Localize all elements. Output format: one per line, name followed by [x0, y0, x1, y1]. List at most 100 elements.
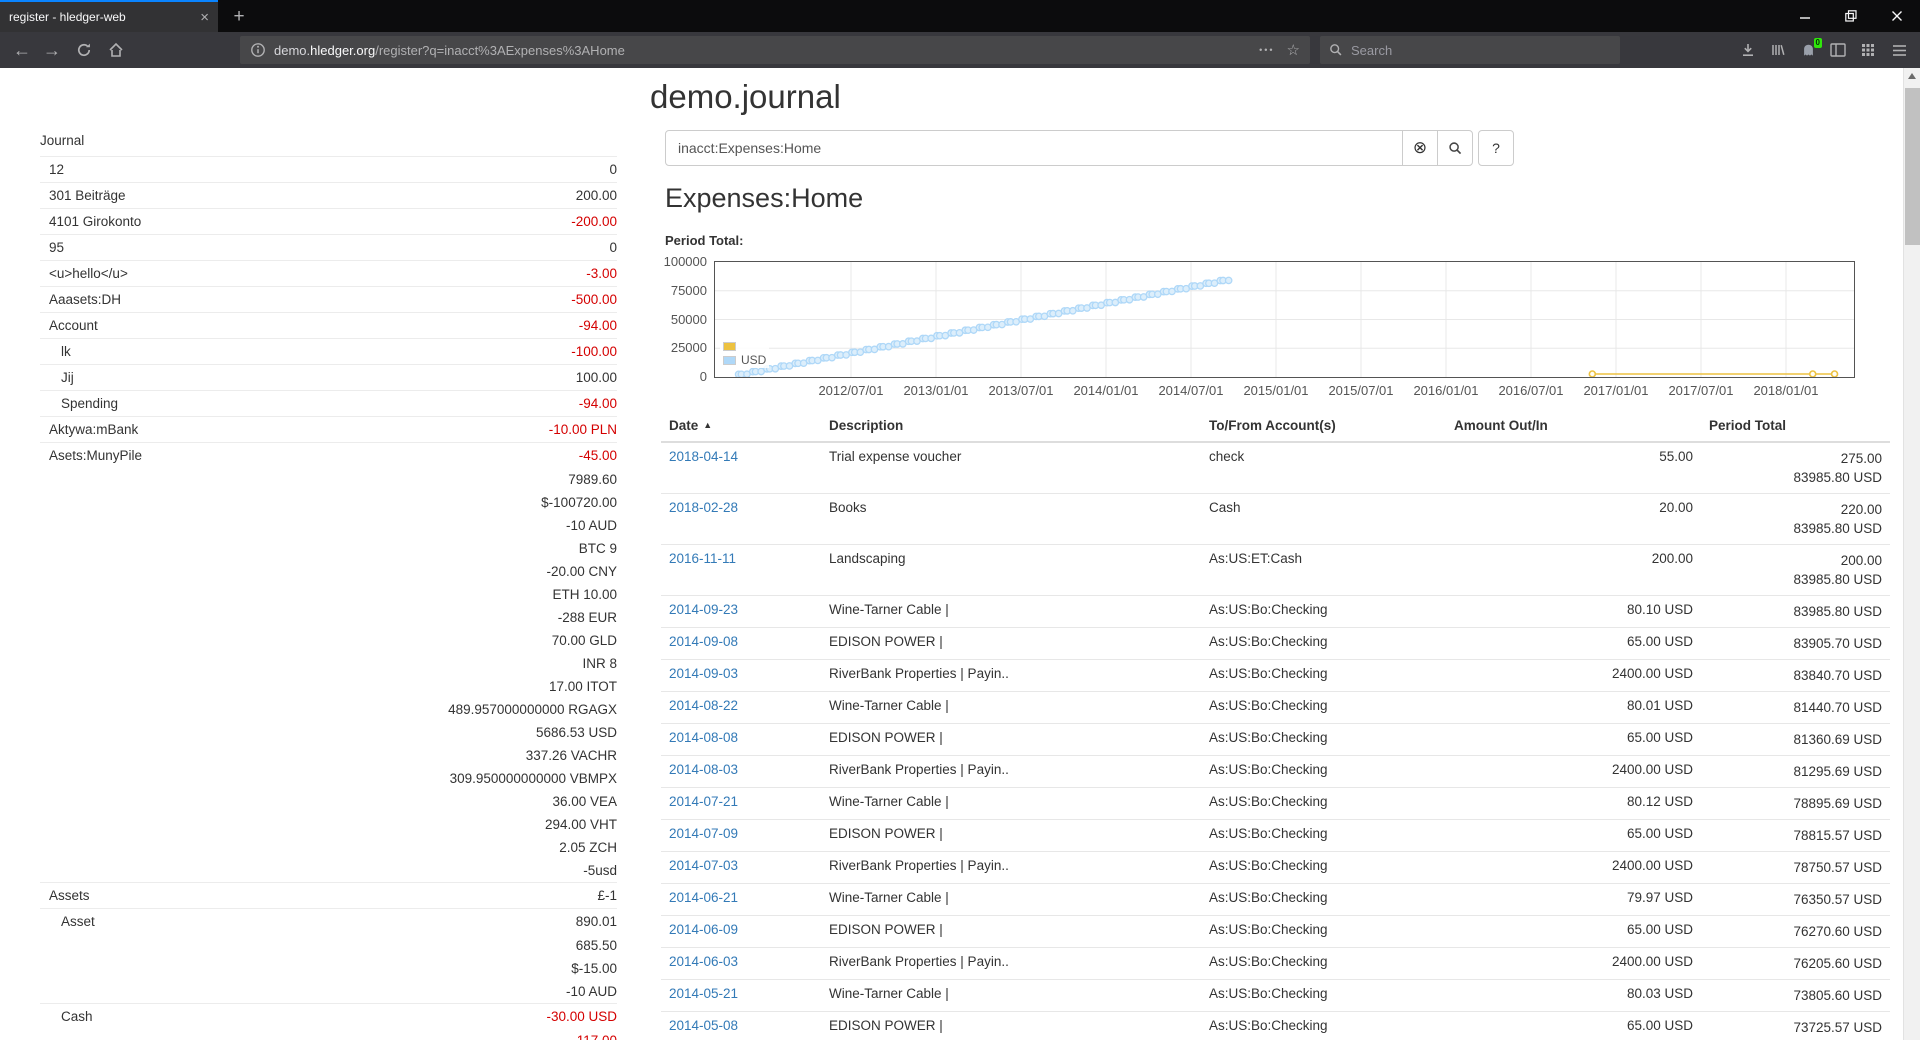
register-row[interactable]: 2014-05-21Wine-Tarner Cable |As:US:Bo:Ch…	[661, 980, 1890, 1012]
transaction-date-link[interactable]: 2018-02-28	[669, 500, 738, 515]
url-text[interactable]: demo.hledger.org/register?q=inacct%3AExp…	[274, 43, 1251, 58]
transaction-date-link[interactable]: 2014-05-08	[669, 1018, 738, 1033]
transaction-date-link[interactable]: 2014-07-03	[669, 858, 738, 873]
account-name[interactable]: 95	[40, 238, 64, 257]
register-row[interactable]: 2014-09-08EDISON POWER |As:US:Bo:Checkin…	[661, 628, 1890, 660]
register-row[interactable]: 2014-08-03RiverBank Properties | Payin..…	[661, 756, 1890, 788]
transaction-date-link[interactable]: 2018-04-14	[669, 449, 738, 464]
sidebar-account-row[interactable]: Jij100.00	[40, 364, 617, 390]
transaction-account: As:US:Bo:Checking	[1201, 916, 1446, 948]
site-info-icon[interactable]	[250, 42, 266, 58]
query-input[interactable]	[665, 130, 1403, 166]
transaction-date-link[interactable]: 2014-08-22	[669, 698, 738, 713]
register-row[interactable]: 2018-04-14Trial expense vouchercheck55.0…	[661, 442, 1890, 494]
account-name[interactable]: Account	[40, 316, 98, 335]
transaction-date-link[interactable]: 2014-05-21	[669, 986, 738, 1001]
account-name[interactable]: 301 Beiträge	[40, 186, 126, 205]
forward-button[interactable]: →	[38, 36, 66, 64]
tab-close-icon[interactable]: ×	[200, 10, 209, 25]
address-bar[interactable]: demo.hledger.org/register?q=inacct%3AExp…	[240, 36, 1310, 64]
new-tab-button[interactable]: +	[226, 4, 252, 30]
sidebar-balance-row: 36.00 VEA	[40, 790, 617, 813]
home-button[interactable]	[102, 36, 130, 64]
back-button[interactable]: ←	[8, 36, 36, 64]
transaction-date-link[interactable]: 2014-07-21	[669, 794, 738, 809]
register-row[interactable]: 2014-08-22Wine-Tarner Cable |As:US:Bo:Ch…	[661, 692, 1890, 724]
browser-tab[interactable]: register - hledger-web ×	[0, 0, 218, 32]
page-actions-icon[interactable]: •••	[1259, 45, 1274, 55]
register-row[interactable]: 2014-08-08EDISON POWER |As:US:Bo:Checkin…	[661, 724, 1890, 756]
extension-button[interactable]: 0	[1795, 37, 1821, 63]
sidebar-account-row[interactable]: 950	[40, 234, 617, 260]
scrollbar-up-arrow[interactable]	[1904, 68, 1920, 84]
account-name[interactable]: Cash	[40, 1007, 93, 1026]
sidebar-journal-link[interactable]: Journal	[40, 132, 617, 156]
register-row[interactable]: 2014-07-21Wine-Tarner Cable |As:US:Bo:Ch…	[661, 788, 1890, 820]
register-row[interactable]: 2018-02-28BooksCash20.00220.0083985.80 U…	[661, 494, 1890, 545]
bookmark-star-icon[interactable]: ☆	[1287, 41, 1300, 59]
sidebar-account-row[interactable]: Asset 890.01	[40, 908, 617, 934]
transaction-date-link[interactable]: 2014-06-21	[669, 890, 738, 905]
transaction-date-link[interactable]: 2014-07-09	[669, 826, 738, 841]
sidebar-account-row[interactable]: Account-94.00	[40, 312, 617, 338]
register-row[interactable]: 2016-11-11LandscapingAs:US:ET:Cash200.00…	[661, 545, 1890, 596]
account-name[interactable]: lk	[40, 342, 71, 361]
library-button[interactable]: 0	[1765, 37, 1791, 63]
account-name[interactable]: Jij	[40, 368, 74, 387]
account-name[interactable]: Aaasets:DH	[40, 290, 121, 309]
register-row[interactable]: 2014-06-09EDISON POWER |As:US:Bo:Checkin…	[661, 916, 1890, 948]
account-name[interactable]: Asets:MunyPile	[40, 446, 142, 465]
account-balance: 890.01	[576, 912, 617, 931]
transaction-date-link[interactable]: 2014-09-03	[669, 666, 738, 681]
register-row[interactable]: 2014-07-09EDISON POWER |As:US:Bo:Checkin…	[661, 820, 1890, 852]
account-name[interactable]: 12	[40, 160, 64, 179]
sidebar-account-row[interactable]: 301 Beiträge200.00	[40, 182, 617, 208]
sidebar-account-row[interactable]: lk-100.00	[40, 338, 617, 364]
page-scrollbar[interactable]	[1903, 68, 1920, 1040]
transaction-date-link[interactable]: 2014-09-08	[669, 634, 738, 649]
sidebar-account-row[interactable]: Aktywa:mBank-10.00 PLN	[40, 416, 617, 442]
window-restore-button[interactable]	[1828, 0, 1874, 32]
browser-search-field[interactable]: Search	[1320, 36, 1620, 64]
search-submit-button[interactable]	[1437, 130, 1473, 166]
help-button[interactable]: ?	[1478, 130, 1514, 166]
transaction-date-link[interactable]: 2014-08-08	[669, 730, 738, 745]
scrollbar-thumb[interactable]	[1905, 88, 1920, 245]
sidebar-account-row[interactable]: <u>hello</u>-3.00	[40, 260, 617, 286]
downloads-button[interactable]	[1735, 37, 1761, 63]
column-header-date[interactable]: Date▲	[661, 410, 821, 442]
clear-query-button[interactable]: ⊗	[1402, 130, 1438, 166]
window-close-button[interactable]	[1874, 0, 1920, 32]
register-row[interactable]: 2014-07-03RiverBank Properties | Payin..…	[661, 852, 1890, 884]
transaction-date-link[interactable]: 2014-08-03	[669, 762, 738, 777]
account-name[interactable]: Assets	[40, 886, 90, 905]
account-name[interactable]: <u>hello</u>	[40, 264, 128, 283]
menu-button[interactable]	[1886, 37, 1912, 63]
register-row[interactable]: 2014-06-03RiverBank Properties | Payin..…	[661, 948, 1890, 980]
sidebar-account-row[interactable]: Spending-94.00	[40, 390, 617, 416]
window-minimize-button[interactable]	[1782, 0, 1828, 32]
sidebar-account-row[interactable]: Cash-30.00 USD	[40, 1003, 617, 1029]
account-name[interactable]: Aktywa:mBank	[40, 420, 138, 439]
apps-grid-button[interactable]	[1855, 37, 1881, 63]
transaction-date-link[interactable]: 2014-06-03	[669, 954, 738, 969]
account-name[interactable]: Spending	[40, 394, 118, 413]
sidebar-account-row[interactable]: Aaasets:DH-500.00	[40, 286, 617, 312]
register-row[interactable]: 2014-05-08EDISON POWER |As:US:Bo:Checkin…	[661, 1012, 1890, 1040]
reload-button[interactable]	[70, 36, 98, 64]
sidebar-account-row[interactable]: Assets£-1	[40, 882, 617, 908]
reload-icon	[76, 42, 92, 58]
sidebar-account-row[interactable]: 120	[40, 156, 617, 182]
register-row[interactable]: 2014-06-21Wine-Tarner Cable |As:US:Bo:Ch…	[661, 884, 1890, 916]
account-name[interactable]: Asset	[40, 912, 95, 931]
transaction-date-link[interactable]: 2016-11-11	[669, 551, 736, 566]
period-total: 73805.60 USD	[1701, 980, 1890, 1012]
register-row[interactable]: 2014-09-23Wine-Tarner Cable |As:US:Bo:Ch…	[661, 596, 1890, 628]
register-row[interactable]: 2014-09-03RiverBank Properties | Payin..…	[661, 660, 1890, 692]
account-name[interactable]: 4101 Girokonto	[40, 212, 141, 231]
transaction-date-link[interactable]: 2014-06-09	[669, 922, 738, 937]
sidebar-account-row[interactable]: 4101 Girokonto-200.00	[40, 208, 617, 234]
transaction-date-link[interactable]: 2014-09-23	[669, 602, 738, 617]
sidebar-toggle-button[interactable]	[1825, 37, 1851, 63]
sidebar-account-row[interactable]: Asets:MunyPile-45.00	[40, 442, 617, 468]
